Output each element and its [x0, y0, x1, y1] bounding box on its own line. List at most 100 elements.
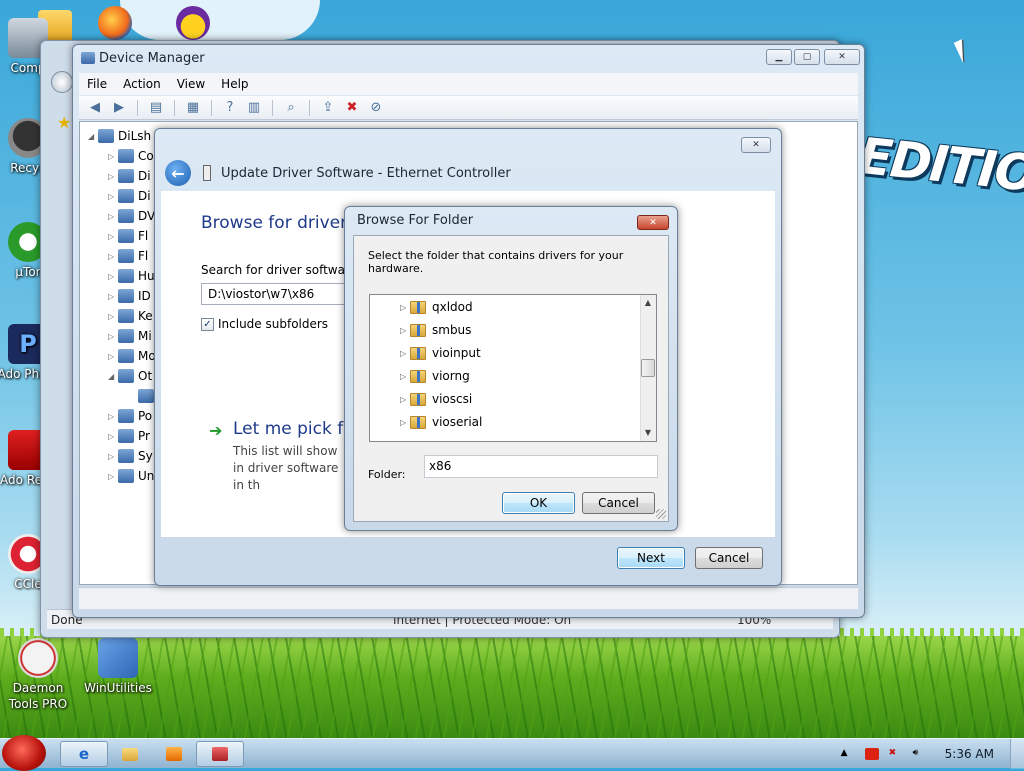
- expand-arrow-icon[interactable]: ▷: [108, 432, 118, 441]
- show-desktop-button[interactable]: [1010, 739, 1024, 769]
- scroll-up-arrow-icon[interactable]: ▲: [640, 295, 656, 311]
- expand-arrow-icon[interactable]: ▷: [108, 152, 118, 161]
- favorites-star-icon[interactable]: ★: [57, 113, 71, 132]
- expand-arrow-icon[interactable]: ▷: [108, 312, 118, 321]
- taskbar-device-manager[interactable]: [196, 741, 244, 767]
- folder-tree-item[interactable]: ▷ qxldod: [400, 297, 473, 317]
- maximize-button[interactable]: ▢: [794, 49, 820, 65]
- tree-item[interactable]: ▷ DV: [108, 206, 155, 226]
- tree-item[interactable]: ◢ Ot: [108, 366, 152, 386]
- expand-arrow-icon[interactable]: ▷: [400, 418, 410, 427]
- folder-tree-item[interactable]: ▷ vioscsi: [400, 389, 472, 409]
- tree-item[interactable]: ▷ Co: [108, 146, 154, 166]
- update-driver-icon[interactable]: ⇪: [318, 99, 338, 117]
- dialog-title-bar[interactable]: Browse For Folder ✕: [345, 207, 677, 233]
- folder-tree-item[interactable]: ▷ vioinput: [400, 343, 481, 363]
- desktop-icon-winutilities[interactable]: WinUtilities: [80, 638, 156, 696]
- expand-arrow-icon[interactable]: ▷: [108, 272, 118, 281]
- expand-arrow-icon[interactable]: ▷: [108, 352, 118, 361]
- taskbar-media-player[interactable]: [150, 741, 198, 767]
- tree-item[interactable]: ▷ ID: [108, 286, 151, 306]
- volume-icon[interactable]: 🔊︎: [913, 748, 927, 760]
- expand-arrow-icon[interactable]: ▷: [108, 332, 118, 341]
- checkbox-check-icon[interactable]: ✓: [201, 317, 214, 331]
- expand-arrow-icon[interactable]: ▷: [108, 192, 118, 201]
- folder-tree-item[interactable]: ▷ vioserial: [400, 412, 482, 432]
- close-button[interactable]: ✕: [824, 49, 860, 65]
- folder-tree-scrollbar[interactable]: ▲ ▼: [640, 295, 656, 441]
- scan-hardware-icon[interactable]: ⌕: [281, 99, 301, 117]
- folder-tree[interactable]: ▷ qxldod ▷ smbus ▷ vioinput ▷ viorng ▷ vioscsi ▷ vi…: [369, 294, 657, 442]
- tree-item[interactable]: ▷ Un: [108, 466, 154, 486]
- expand-arrow-icon[interactable]: ▷: [400, 303, 410, 312]
- expand-arrow-icon[interactable]: ▷: [108, 172, 118, 181]
- tree-item[interactable]: ▷ Ke: [108, 306, 153, 326]
- cancel-button[interactable]: Cancel: [582, 492, 655, 514]
- taskbar-internet-explorer[interactable]: e: [60, 741, 108, 767]
- expand-arrow-icon[interactable]: ▷: [108, 232, 118, 241]
- taskbar-explorer[interactable]: [106, 741, 154, 767]
- ok-button[interactable]: OK: [502, 492, 575, 514]
- resize-grip-icon[interactable]: [656, 509, 666, 519]
- pick-from-list-link[interactable]: Let me pick fro: [233, 419, 360, 439]
- tree-item[interactable]: ▷ Hu: [108, 266, 155, 286]
- scroll-down-arrow-icon[interactable]: ▼: [640, 425, 656, 441]
- tree-item[interactable]: ▷ Fl: [108, 226, 148, 246]
- menu-action[interactable]: Action: [123, 77, 161, 91]
- help-icon[interactable]: ?: [220, 99, 240, 117]
- tree-item[interactable]: ▷ Di: [108, 186, 151, 206]
- tree-item[interactable]: ▷ Di: [108, 166, 151, 186]
- network-warning-icon[interactable]: ✖: [889, 748, 903, 760]
- expand-arrow-icon[interactable]: ▷: [108, 472, 118, 481]
- disable-device-icon[interactable]: ⊘: [366, 99, 386, 117]
- folder-tree-item[interactable]: ▷ viorng: [400, 366, 470, 386]
- back-arrow-icon[interactable]: ◀: [85, 99, 105, 117]
- expand-arrow-icon[interactable]: ▷: [108, 412, 118, 421]
- expand-arrow-icon[interactable]: ▷: [400, 395, 410, 404]
- tree-item[interactable]: ▷ Sy: [108, 446, 153, 466]
- close-button[interactable]: ✕: [741, 137, 771, 153]
- expand-arrow-icon[interactable]: ▷: [108, 212, 118, 221]
- collapse-arrow-icon[interactable]: ◢: [88, 132, 98, 141]
- expand-arrow-icon[interactable]: ▷: [108, 452, 118, 461]
- expand-arrow-icon[interactable]: ▷: [400, 372, 410, 381]
- next-button[interactable]: Next: [617, 547, 685, 569]
- menu-file[interactable]: File: [87, 77, 107, 91]
- forward-arrow-icon[interactable]: ▶: [109, 99, 129, 117]
- tree-item[interactable]: ▷ Po: [108, 406, 152, 426]
- ie-back-button[interactable]: [51, 71, 73, 93]
- expand-arrow-icon[interactable]: ▷: [108, 252, 118, 261]
- expand-arrow-icon[interactable]: ▷: [400, 349, 410, 358]
- expand-arrow-icon[interactable]: ▷: [400, 326, 410, 335]
- include-subfolders-checkbox[interactable]: ✓ Include subfolders: [201, 317, 328, 331]
- menu-view[interactable]: View: [177, 77, 205, 91]
- expand-arrow-icon[interactable]: ▷: [108, 292, 118, 301]
- action-center-icon[interactable]: [864, 748, 879, 760]
- tree-root[interactable]: ◢ DiLsh: [88, 126, 151, 146]
- clock[interactable]: 5:36 AM: [945, 747, 994, 761]
- close-button[interactable]: ✕: [637, 215, 669, 230]
- firefox-icon[interactable]: [98, 6, 132, 40]
- tree-item[interactable]: ▷ Pr: [108, 426, 150, 446]
- wizard-title-bar[interactable]: ✕: [155, 129, 781, 155]
- browse-for-folder-dialog[interactable]: Browse For Folder ✕ Select the folder th…: [344, 206, 678, 531]
- minimize-button[interactable]: ▁: [766, 49, 792, 65]
- tree-item[interactable]: ▷ Mo: [108, 346, 156, 366]
- collapse-arrow-icon[interactable]: ◢: [108, 372, 118, 381]
- desktop-icon-daemon-tools[interactable]: Daemon Tools PRO: [2, 638, 74, 712]
- menu-help[interactable]: Help: [221, 77, 248, 91]
- start-button[interactable]: [2, 735, 46, 771]
- device-manager-title-bar[interactable]: Device Manager ▁ ▢ ✕: [73, 45, 864, 71]
- action-pane-icon[interactable]: ▥: [244, 99, 264, 117]
- tree-item[interactable]: ▷ Fl: [108, 246, 148, 266]
- uninstall-icon[interactable]: ✖: [342, 99, 362, 117]
- cancel-button[interactable]: Cancel: [695, 547, 763, 569]
- wizard-back-button[interactable]: ←: [165, 160, 191, 186]
- tree-item[interactable]: ▷ Mi: [108, 326, 152, 346]
- folder-input[interactable]: x86: [424, 455, 658, 478]
- show-hidden-icons-arrow-icon[interactable]: ▲: [841, 748, 855, 760]
- show-hide-console-tree-icon[interactable]: ▤: [146, 99, 166, 117]
- properties-icon[interactable]: ▦: [183, 99, 203, 117]
- yahoo-messenger-icon[interactable]: [176, 6, 210, 40]
- scrollbar-thumb[interactable]: [641, 359, 655, 377]
